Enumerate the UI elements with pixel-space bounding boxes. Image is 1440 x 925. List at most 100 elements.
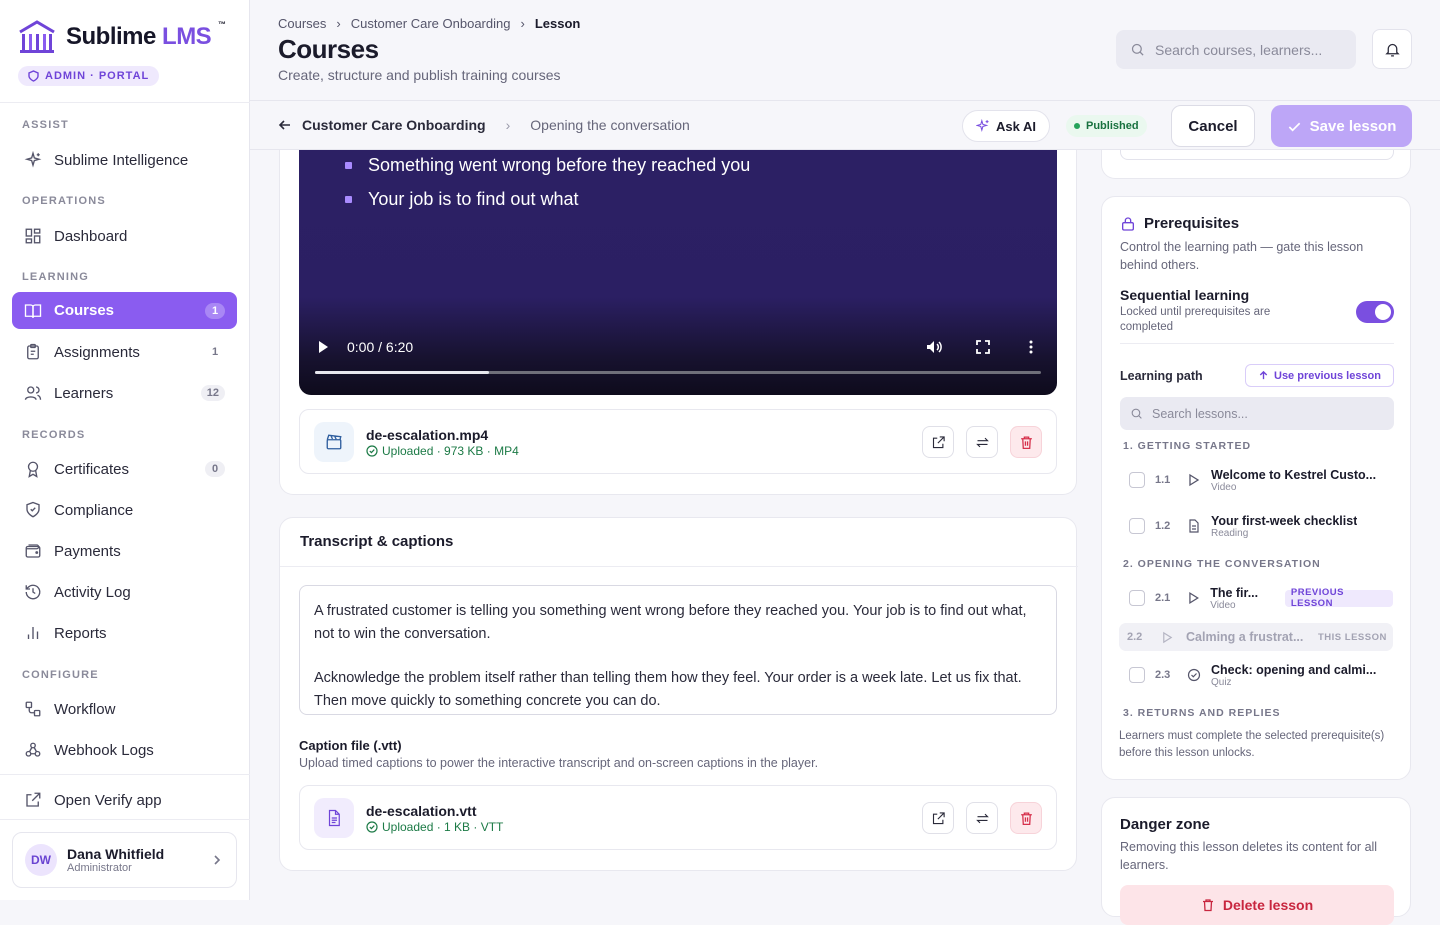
search-icon (1131, 43, 1144, 56)
count-badge: 1 (211, 346, 219, 358)
check-circle-icon (1187, 668, 1201, 682)
user-menu[interactable]: DW Dana Whitfield Administrator (12, 832, 237, 888)
avatar: DW (25, 844, 57, 876)
external-link-icon (932, 435, 945, 448)
shield-check-icon (26, 501, 40, 518)
count-badge: 0 (205, 461, 225, 477)
user-info: Dana Whitfield Administrator (67, 846, 164, 874)
nav-compliance[interactable]: Compliance (12, 492, 237, 528)
lesson-checkbox[interactable] (1129, 472, 1145, 488)
delete-lesson-button[interactable]: Delete lesson (1120, 885, 1394, 925)
caption-file-name: de-escalation.vtt (366, 803, 477, 819)
nav-courses[interactable]: Courses 1 (12, 292, 237, 329)
lesson-checkbox[interactable] (1129, 590, 1145, 606)
arrow-up-icon (1259, 370, 1268, 380)
toolbar-lesson-name: Opening the conversation (530, 117, 690, 133)
nav-reports[interactable]: Reports (12, 615, 237, 651)
lesson-row-1-2[interactable]: 1.2 Your first-week checklist Reading (1119, 508, 1393, 544)
file-icon-wrapper (314, 422, 354, 462)
sequential-toggle[interactable] (1356, 301, 1394, 323)
search-input[interactable]: Search courses, learners... (1155, 42, 1322, 58)
app-logo[interactable]: Sublime LMS ™ (18, 20, 226, 54)
divider (1120, 343, 1394, 344)
lesson-checkbox[interactable] (1129, 518, 1145, 534)
chevron-right-icon (214, 855, 221, 865)
transcript-paragraph: Acknowledge the problem itself rather th… (314, 670, 1022, 709)
breadcrumb-course[interactable]: Customer Care Onboarding (351, 16, 511, 31)
video-player[interactable]: Something went wrong before they reached… (299, 150, 1057, 395)
nav-open-verify-app[interactable]: Open Verify app (12, 782, 237, 818)
cancel-button[interactable]: Cancel (1171, 105, 1255, 147)
lesson-checkbox[interactable] (1129, 667, 1145, 683)
use-previous-lesson-button[interactable]: Use previous lesson (1245, 364, 1394, 387)
transcript-textarea[interactable]: A frustrated customer is telling you som… (299, 585, 1057, 715)
delete-file-button[interactable] (1010, 802, 1042, 834)
open-file-button[interactable] (922, 426, 954, 458)
wallet-icon (25, 544, 41, 558)
replace-file-button[interactable] (966, 802, 998, 834)
breadcrumb-courses[interactable]: Courses (278, 16, 326, 31)
external-link-icon (26, 792, 41, 807)
section-operations: OPERATIONS (22, 195, 106, 207)
lesson-row-2-3[interactable]: 2.3 Check: opening and calmi... Quiz (1119, 657, 1393, 693)
danger-title: Danger zone (1120, 816, 1211, 833)
replace-file-button[interactable] (966, 426, 998, 458)
logo-icon (19, 20, 55, 53)
lesson-search[interactable]: Search lessons... (1120, 397, 1394, 430)
check-circle-icon (366, 445, 378, 457)
prereq-title: Prerequisites (1144, 215, 1240, 232)
previous-lesson-badge: PREVIOUS LESSON (1284, 587, 1393, 609)
divider (0, 774, 250, 775)
nav-webhook-logs[interactable]: Webhook Logs (12, 732, 237, 768)
nav-payments[interactable]: Payments (12, 533, 237, 569)
nav-workflow[interactable]: Workflow (12, 691, 237, 727)
lesson-title: The fir... (1210, 585, 1259, 600)
play-icon (1188, 591, 1199, 605)
portal-badge: ADMIN · PORTAL (18, 66, 160, 86)
lesson-row-1-1[interactable]: 1.1 Welcome to Kestrel Custo... Video (1119, 462, 1393, 498)
seq-title: Sequential learning (1120, 287, 1250, 303)
lesson-title: Calming a frustrat... (1186, 630, 1304, 644)
app-name: Sublime LMS (66, 23, 212, 50)
video-progress-bar[interactable] (315, 371, 1041, 374)
document-icon (1189, 519, 1199, 533)
open-file-button[interactable] (922, 802, 954, 834)
breadcrumb: Courses › Customer Care Onboarding › Les… (278, 16, 580, 31)
lesson-row-2-1[interactable]: 2.1 The fir... Video PREVIOUS LESSON (1119, 580, 1393, 616)
arrow-left-icon[interactable] (278, 118, 292, 132)
lesson-number: 2.3 (1155, 669, 1171, 681)
volume-icon[interactable] (925, 338, 943, 356)
user-name: Dana Whitfield (67, 846, 165, 862)
nav-assignments[interactable]: Assignments 1 (12, 334, 237, 370)
nav-sublime-intelligence[interactable]: Sublime Intelligence (12, 142, 237, 178)
file-text-icon (328, 809, 340, 827)
more-vertical-icon[interactable] (1023, 339, 1039, 355)
trademark: ™ (218, 20, 226, 29)
nav-dashboard[interactable]: Dashboard (12, 218, 237, 254)
bullet-marker (345, 162, 352, 169)
nav-learners[interactable]: Learners 12 (12, 375, 237, 411)
prereq-desc: Control the learning path — gate this le… (1120, 240, 1364, 272)
toolbar-breadcrumb: Customer Care Onboarding › Opening the c… (278, 117, 690, 133)
play-icon (1163, 631, 1173, 643)
ask-ai-button[interactable]: Ask AI (962, 110, 1050, 142)
delete-file-button[interactable] (1010, 426, 1042, 458)
global-search[interactable]: Search courses, learners... (1116, 30, 1356, 69)
fullscreen-icon[interactable] (975, 339, 991, 355)
play-button-icon[interactable] (315, 339, 331, 355)
toolbar-course-link[interactable]: Customer Care Onboarding (302, 117, 486, 133)
save-lesson-button[interactable]: Save lesson (1271, 105, 1412, 147)
notifications-button[interactable] (1372, 29, 1412, 69)
nav-activity-log[interactable]: Activity Log (12, 574, 237, 610)
nav-certificates[interactable]: Certificates 0 (12, 451, 237, 487)
transcript-paragraph: A frustrated customer is telling you som… (314, 603, 1027, 642)
lock-icon (1122, 216, 1134, 231)
sparkles-icon (24, 151, 42, 168)
slide-bullet: Your job is to find out what (345, 189, 578, 210)
clapperboard-icon (326, 434, 342, 450)
module-heading: 1. GETTING STARTED (1123, 440, 1252, 452)
lesson-search-input[interactable]: Search lessons... (1152, 407, 1248, 421)
danger-zone-card: Danger zone Removing this lesson deletes… (1101, 797, 1411, 925)
divider (0, 102, 250, 103)
divider (0, 819, 250, 820)
